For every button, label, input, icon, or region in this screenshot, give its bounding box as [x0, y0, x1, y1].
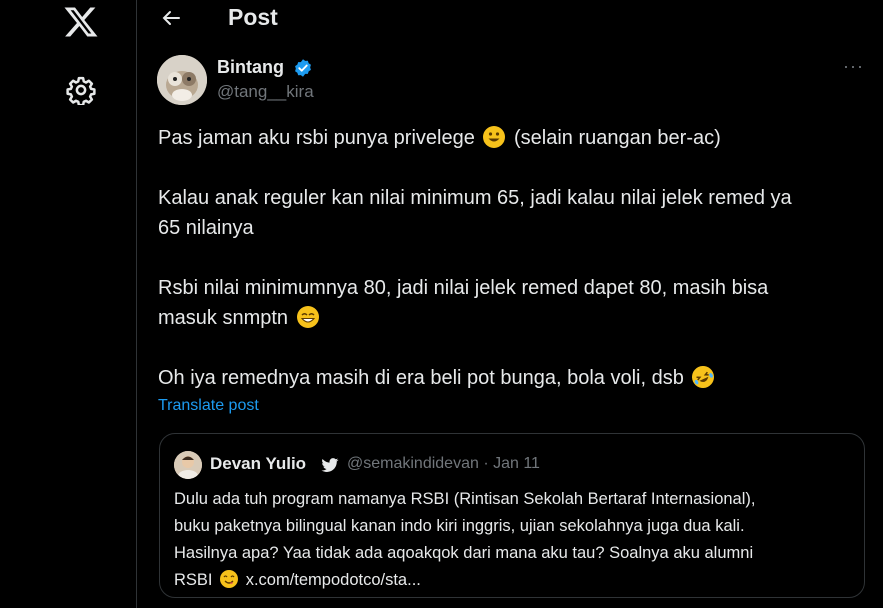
quoted-link[interactable]: x.com/tempodotco/sta... — [246, 571, 421, 589]
post-line: Rsbi nilai minimumnya 80, jadi nilai jel… — [158, 277, 769, 299]
rofl-emoji-icon — [688, 362, 719, 392]
post-line: Pas jaman aku rsbi punya privelege (sela… — [158, 126, 721, 149]
verified-badge-icon — [295, 59, 311, 77]
quoted-avatar[interactable] — [174, 451, 202, 479]
avatar[interactable] — [157, 55, 207, 105]
translate-post-link[interactable]: Translate post — [158, 397, 259, 415]
quoted-author-name[interactable]: Devan Yulio — [210, 454, 306, 474]
back-arrow-icon[interactable] — [159, 6, 183, 30]
gear-icon[interactable] — [66, 75, 96, 105]
quoted-line: Dulu ada tuh program namanya RSBI (Rinti… — [174, 490, 756, 508]
quoted-post-card[interactable]: Devan Yulio @semakindidevan · Jan 11 Dul… — [159, 433, 865, 598]
quoted-body: Dulu ada tuh program namanya RSBI (Rinti… — [174, 486, 854, 594]
quoted-line: RSBI x.com/tempodotco/sta... — [174, 570, 421, 589]
post-line: Oh iya remednya masih di era beli pot bu… — [158, 362, 868, 393]
post-line: 65 nilainya — [158, 217, 254, 239]
post-body: Pas jaman aku rsbi punya privelege (sela… — [158, 123, 868, 393]
main-column: Post Bintang @tang__kira ··· Pas jaman a… — [137, 0, 883, 608]
quoted-line: Hasilnya apa? Yaa tidak ada aqoakqok dar… — [174, 544, 754, 562]
page-header: Post — [137, 0, 883, 40]
quoted-meta[interactable]: @semakindidevan · Jan 11 — [347, 455, 540, 473]
author-name[interactable]: Bintang — [217, 57, 284, 78]
left-rail — [0, 0, 137, 608]
yum-emoji-icon — [220, 570, 239, 588]
quoted-line: buku paketnya bilingual kanan indo kiri … — [174, 517, 745, 535]
grin-emoji-icon — [296, 306, 319, 328]
smiley-emoji-icon — [483, 126, 506, 148]
twitter-bird-icon — [321, 458, 339, 472]
post-line: Kalau anak reguler kan nilai minimum 65,… — [158, 187, 792, 209]
post-line: masuk snmptn — [158, 303, 868, 333]
more-options-button[interactable]: ··· — [843, 56, 864, 77]
author-handle[interactable]: @tang__kira — [217, 82, 314, 102]
x-logo-icon[interactable] — [63, 4, 99, 40]
page-title: Post — [228, 4, 278, 30]
